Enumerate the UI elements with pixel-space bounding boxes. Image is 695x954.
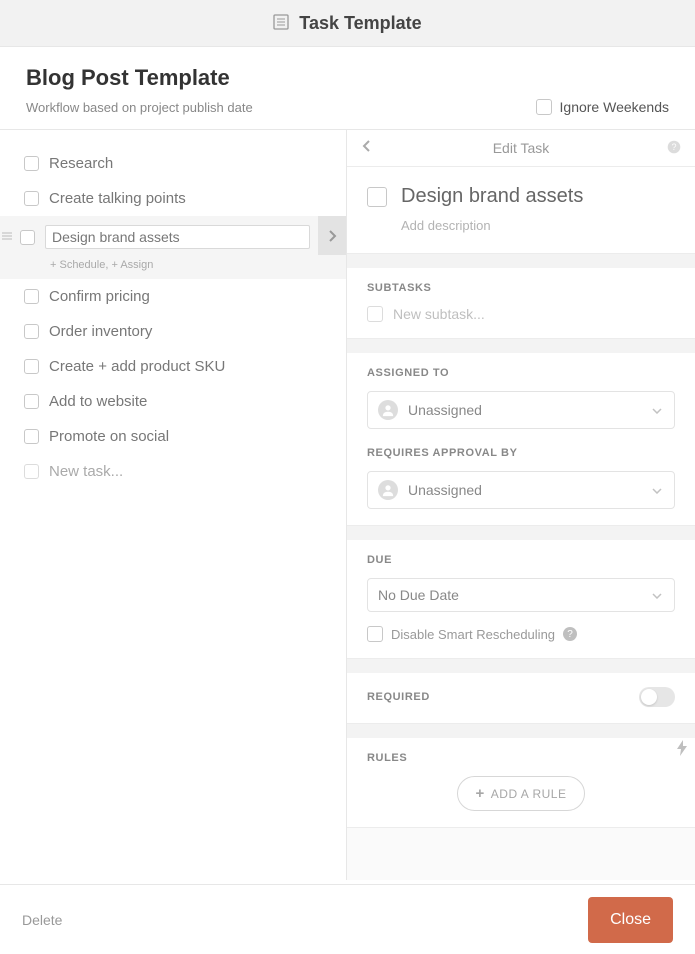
checkbox-icon[interactable] (24, 324, 39, 339)
rules-title: RULES (367, 752, 407, 764)
help-icon[interactable]: ? (667, 140, 681, 157)
template-name[interactable]: Blog Post Template (26, 65, 669, 91)
task-label: Confirm pricing (49, 288, 150, 305)
checkbox-icon (367, 306, 383, 322)
add-rule-label: ADD A RULE (491, 787, 567, 801)
task-detail-section: Design brand assets Add description (347, 167, 695, 254)
new-task-placeholder: New task... (49, 463, 123, 480)
approval-title: REQUIRES APPROVAL BY (367, 447, 675, 459)
edit-task-panel: Edit Task ? Design brand assets Add desc… (347, 130, 695, 880)
task-label: Create talking points (49, 190, 186, 207)
checkbox-icon (367, 626, 383, 642)
subtasks-section: SUBTASKS New subtask... (347, 268, 695, 339)
ignore-weekends-toggle[interactable]: Ignore Weekends (536, 99, 669, 115)
required-section: REQUIRED (347, 673, 695, 724)
due-section: DUE No Due Date Disable Smart Rescheduli… (347, 540, 695, 659)
task-label: Research (49, 155, 113, 172)
modal-title: Task Template (299, 13, 421, 34)
assigned-to-dropdown[interactable]: Unassigned (367, 391, 675, 429)
template-icon (273, 14, 289, 33)
task-row[interactable]: Create talking points (0, 181, 346, 216)
due-date-dropdown[interactable]: No Due Date (367, 578, 675, 612)
due-date-value: No Due Date (378, 587, 459, 603)
new-task-row[interactable]: New task... (0, 454, 346, 489)
checkbox-icon[interactable] (24, 394, 39, 409)
workflow-description: Workflow based on project publish date (26, 100, 253, 115)
checkbox-icon[interactable] (24, 289, 39, 304)
task-subtext[interactable]: + Schedule, + Assign (0, 255, 346, 279)
required-title: REQUIRED (367, 691, 430, 703)
new-subtask-input[interactable]: New subtask... (367, 306, 675, 322)
back-button[interactable] (361, 139, 371, 158)
task-label: Add to website (49, 393, 147, 410)
task-name[interactable]: Design brand assets (401, 185, 583, 208)
task-row[interactable]: Order inventory (0, 314, 346, 349)
task-row[interactable]: Add to website (0, 384, 346, 419)
add-rule-button[interactable]: + ADD A RULE (457, 776, 586, 811)
task-name-input[interactable] (45, 225, 310, 249)
chevron-down-icon (652, 588, 662, 602)
approval-dropdown[interactable]: Unassigned (367, 471, 675, 509)
svg-text:?: ? (671, 142, 676, 152)
task-list: Research Create talking points + Schedul… (0, 130, 347, 880)
plus-icon: + (476, 785, 485, 802)
task-row[interactable]: Confirm pricing (0, 279, 346, 314)
checkbox-icon (24, 464, 39, 479)
task-complete-checkbox[interactable] (367, 187, 387, 207)
checkbox-icon[interactable] (24, 156, 39, 171)
modal-footer: Delete Close (0, 884, 695, 954)
delete-button[interactable]: Delete (22, 912, 62, 928)
due-title: DUE (367, 554, 675, 566)
edit-task-title: Edit Task (493, 140, 550, 156)
avatar-icon (378, 400, 398, 420)
add-description[interactable]: Add description (367, 208, 675, 233)
assigned-to-section: ASSIGNED TO Unassigned REQUIRES APPROVAL… (347, 353, 695, 526)
task-label: Promote on social (49, 428, 169, 445)
disable-rescheduling-label: Disable Smart Rescheduling (391, 627, 555, 642)
template-subheader: Blog Post Template Workflow based on pro… (0, 47, 695, 129)
checkbox-icon[interactable] (24, 429, 39, 444)
task-label: Create + add product SKU (49, 358, 225, 375)
subtasks-title: SUBTASKS (367, 282, 675, 294)
lightning-icon[interactable] (675, 740, 689, 761)
drag-handle-icon[interactable] (2, 230, 12, 244)
task-row[interactable]: Research (0, 146, 346, 181)
assigned-to-title: ASSIGNED TO (367, 367, 675, 379)
modal-header: Task Template (0, 0, 695, 47)
avatar-icon (378, 480, 398, 500)
checkbox-icon (536, 99, 552, 115)
help-icon[interactable]: ? (563, 627, 577, 641)
task-row[interactable]: Promote on social (0, 419, 346, 454)
chevron-down-icon (652, 403, 662, 417)
chevron-down-icon (652, 483, 662, 497)
checkbox-icon[interactable] (20, 230, 35, 245)
open-task-button[interactable] (318, 216, 346, 255)
disable-rescheduling-toggle[interactable]: Disable Smart Rescheduling ? (367, 626, 675, 642)
chevron-left-icon (361, 139, 371, 153)
required-toggle[interactable] (639, 687, 675, 707)
rules-section: RULES + ADD A RULE (347, 738, 695, 828)
chevron-right-icon (328, 229, 337, 243)
close-button[interactable]: Close (588, 897, 673, 943)
task-row[interactable]: Create + add product SKU (0, 349, 346, 384)
checkbox-icon[interactable] (24, 359, 39, 374)
edit-task-header: Edit Task ? (347, 130, 695, 167)
ignore-weekends-label: Ignore Weekends (560, 99, 669, 115)
task-label: Order inventory (49, 323, 152, 340)
approval-value: Unassigned (408, 482, 482, 498)
checkbox-icon[interactable] (24, 191, 39, 206)
task-row-selected[interactable] (0, 216, 346, 255)
assigned-to-value: Unassigned (408, 402, 482, 418)
new-subtask-placeholder: New subtask... (393, 306, 485, 322)
